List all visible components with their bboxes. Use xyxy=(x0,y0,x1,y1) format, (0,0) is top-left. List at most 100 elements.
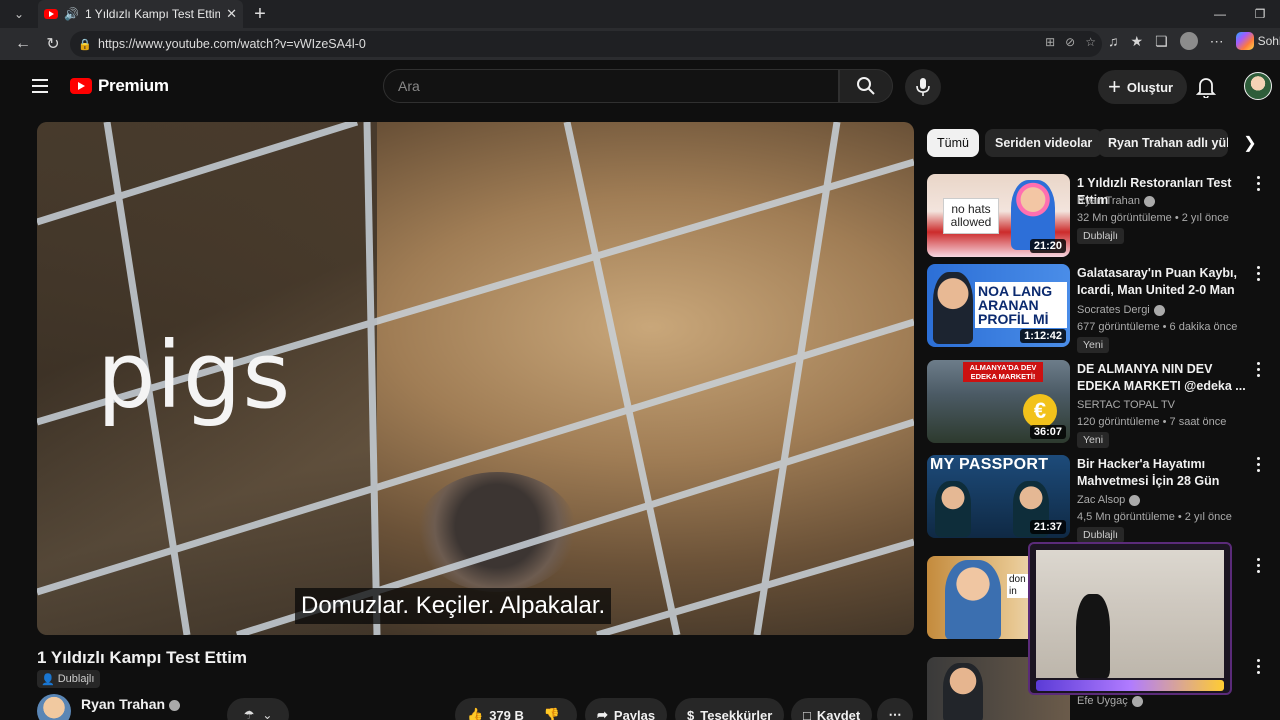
suggestion-badge: Yeni xyxy=(1077,432,1110,448)
more-vert-icon[interactable] xyxy=(1257,176,1263,194)
like-dislike-group: 👍 379 B 👎 xyxy=(455,698,577,720)
youtube-favicon-icon xyxy=(44,9,58,19)
tab-list-chevron-icon[interactable]: ⌄ xyxy=(0,0,38,28)
euro-icon: € xyxy=(1023,394,1057,428)
suggestion-item[interactable]: ALMANYA'DA DEV EDEKA MARKETİ! € 36:07 DE… xyxy=(927,360,1267,450)
dubbed-badge: 👤 Dublajlı xyxy=(37,670,101,688)
like-icon[interactable]: 👍 xyxy=(467,707,483,720)
save-button[interactable]: □ Kaydet xyxy=(791,698,873,720)
back-icon[interactable]: ← xyxy=(8,29,38,59)
more-vert-icon[interactable] xyxy=(1257,457,1263,475)
person-voice-icon: 👤 xyxy=(41,673,55,686)
youtube-play-icon xyxy=(70,78,92,94)
create-button[interactable]: + Oluştur xyxy=(1098,70,1188,104)
verified-icon xyxy=(169,699,181,711)
window-controls: — ❐ xyxy=(1200,0,1280,28)
minimize-icon[interactable]: — xyxy=(1200,0,1240,28)
more-vert-icon[interactable] xyxy=(1257,558,1263,576)
more-vert-icon[interactable] xyxy=(1257,659,1263,677)
video-duration: 21:37 xyxy=(1029,520,1066,534)
voice-search-button[interactable] xyxy=(905,69,941,105)
video-duration: 1:12:42 xyxy=(1020,329,1066,343)
dubbed-label: Dublajlı xyxy=(57,673,95,685)
share-button[interactable]: ➦ Paylaş xyxy=(585,698,668,720)
suggestion-thumbnail[interactable]: MY PASSPORT 21:37 xyxy=(927,455,1070,538)
suggestion-item[interactable]: MY PASSPORT 21:37 Bir Hacker'a Hayatımı … xyxy=(927,455,1267,545)
suggestion-title[interactable]: Galatasaray'ın Puan Kaybı, Icardi, Man U… xyxy=(1077,265,1252,301)
copilot-button[interactable]: Sohb xyxy=(1235,32,1280,50)
premium-label: Premium xyxy=(98,76,169,95)
save-icon: □ xyxy=(803,707,811,720)
suggestion-channel[interactable]: SERTAC TOPAL TV xyxy=(1077,399,1175,411)
app-available-icon[interactable]: ⊞ xyxy=(1045,35,1055,49)
search-input[interactable] xyxy=(398,78,838,94)
search-button[interactable] xyxy=(839,69,893,103)
suggestion-thumbnail[interactable]: NOA LANG ARANAN PROFİL Mİ 1:12:42 xyxy=(927,264,1070,347)
suggestion-title[interactable]: Bir Hacker'a Hayatımı Mahvetmesi İçin 28… xyxy=(1077,456,1252,492)
chip-uploader[interactable]: Ryan Trahan adlı yükleyiciden xyxy=(1098,129,1228,157)
more-vert-icon[interactable] xyxy=(1257,362,1263,380)
chevron-right-icon[interactable]: ❯ xyxy=(1238,131,1262,155)
suggestion-item[interactable]: no hats allowed 21:20 1 Yıldızlı Restora… xyxy=(927,174,1267,264)
channel-name[interactable]: Ryan Trahan xyxy=(81,696,181,712)
omnibox[interactable]: 🔒 https://www.youtube.com/watch?v=vWIzeS… xyxy=(70,31,1102,57)
microphone-icon xyxy=(916,78,930,96)
suggestion-thumbnail[interactable]: no hats allowed 21:20 xyxy=(927,174,1070,257)
video-player[interactable]: pigs Domuzlar. Keçiler. Alpakalar. xyxy=(37,122,914,635)
notifications-bell-icon[interactable] xyxy=(1195,76,1217,103)
chip-series[interactable]: Seriden videolar xyxy=(985,129,1103,157)
suggestion-thumbnail[interactable]: ALMANYA'DA DEV EDEKA MARKETİ! € 36:07 xyxy=(927,360,1070,443)
suggestion-meta: 4,5 Mn görüntüleme • 2 yıl önce xyxy=(1077,511,1232,523)
thanks-icon: $ xyxy=(687,707,695,720)
video-title: 1 Yıldızlı Kampı Test Ettim xyxy=(37,648,248,667)
create-label: Oluştur xyxy=(1126,79,1174,95)
video-duration: 21:20 xyxy=(1029,239,1066,253)
channel-avatar[interactable] xyxy=(37,694,71,720)
lock-icon[interactable]: 🔒 xyxy=(78,38,94,51)
like-count[interactable]: 379 B xyxy=(489,708,524,720)
verified-icon xyxy=(1129,494,1141,506)
more-menu-icon[interactable]: ⋯ xyxy=(1210,33,1224,50)
toolbar-icons: ♫ ★ ❏ ⋯ Sohb xyxy=(1108,32,1280,50)
save-label: Kaydet xyxy=(816,707,861,720)
media-control-icon[interactable]: ♫ xyxy=(1108,33,1119,49)
menu-icon[interactable] xyxy=(32,79,48,97)
suggestion-channel[interactable]: Efe Uygaç xyxy=(1077,695,1143,707)
share-icon: ➦ xyxy=(597,707,608,720)
thanks-label: Teşekkürler xyxy=(700,707,773,720)
collections-icon[interactable]: ❏ xyxy=(1155,33,1168,50)
speaker-icon[interactable]: 🔊 xyxy=(64,7,79,21)
chip-all[interactable]: Tümü xyxy=(927,129,979,157)
suggestion-channel[interactable]: Socrates Dergi xyxy=(1077,304,1165,316)
webcam-overlay xyxy=(1028,542,1232,695)
verified-icon xyxy=(1131,695,1143,707)
suggestion-title[interactable]: DE ALMANYA NIN DEV EDEKA MARKETI @edeka … xyxy=(1077,361,1252,395)
suggestion-meta: 32 Mn görüntüleme • 2 yıl önce xyxy=(1077,212,1229,224)
video-overlay-text: pigs xyxy=(97,322,292,429)
more-vert-icon[interactable] xyxy=(1257,266,1263,284)
favorites-icon[interactable]: ★ xyxy=(1131,33,1144,50)
suggestion-channel[interactable]: Ryan Trahan xyxy=(1077,195,1155,207)
suggestion-item[interactable]: NOA LANG ARANAN PROFİL Mİ 1:12:42 Galata… xyxy=(927,264,1267,354)
youtube-logo[interactable]: Premium xyxy=(70,76,169,96)
subscription-bell-button[interactable]: ☂ ⌄ xyxy=(227,698,289,720)
thumbnail-person xyxy=(933,272,973,344)
reload-icon[interactable]: ↻ xyxy=(38,29,68,59)
profile-icon[interactable] xyxy=(1179,32,1198,50)
copilot-label: Sohb xyxy=(1257,34,1280,48)
close-tab-icon[interactable]: ✕ xyxy=(226,6,237,22)
dislike-icon[interactable]: 👎 xyxy=(544,707,560,720)
search-box[interactable] xyxy=(383,69,839,103)
more-actions-button[interactable]: ⋯ xyxy=(877,698,913,720)
youtube-header: Premium + Oluştur xyxy=(0,60,1280,114)
thumbnail-text: ALMANYA'DA DEV EDEKA MARKETİ! xyxy=(963,362,1043,382)
url-text[interactable]: https://www.youtube.com/watch?v=vWIzeSA4… xyxy=(98,37,366,51)
new-tab-button[interactable]: + xyxy=(243,3,277,26)
favorite-star-icon[interactable]: ☆ xyxy=(1085,35,1096,49)
restore-icon[interactable]: ❐ xyxy=(1240,0,1280,28)
thanks-button[interactable]: $ Teşekkürler xyxy=(675,698,785,720)
browser-tab[interactable]: 🔊 1 Yıldızlı Kampı Test Ettim - Yo ✕ xyxy=(38,0,243,28)
account-avatar[interactable] xyxy=(1244,72,1272,100)
tracking-prevention-icon[interactable]: ⊘ xyxy=(1065,35,1075,49)
suggestion-channel[interactable]: Zac Alsop xyxy=(1077,494,1141,506)
